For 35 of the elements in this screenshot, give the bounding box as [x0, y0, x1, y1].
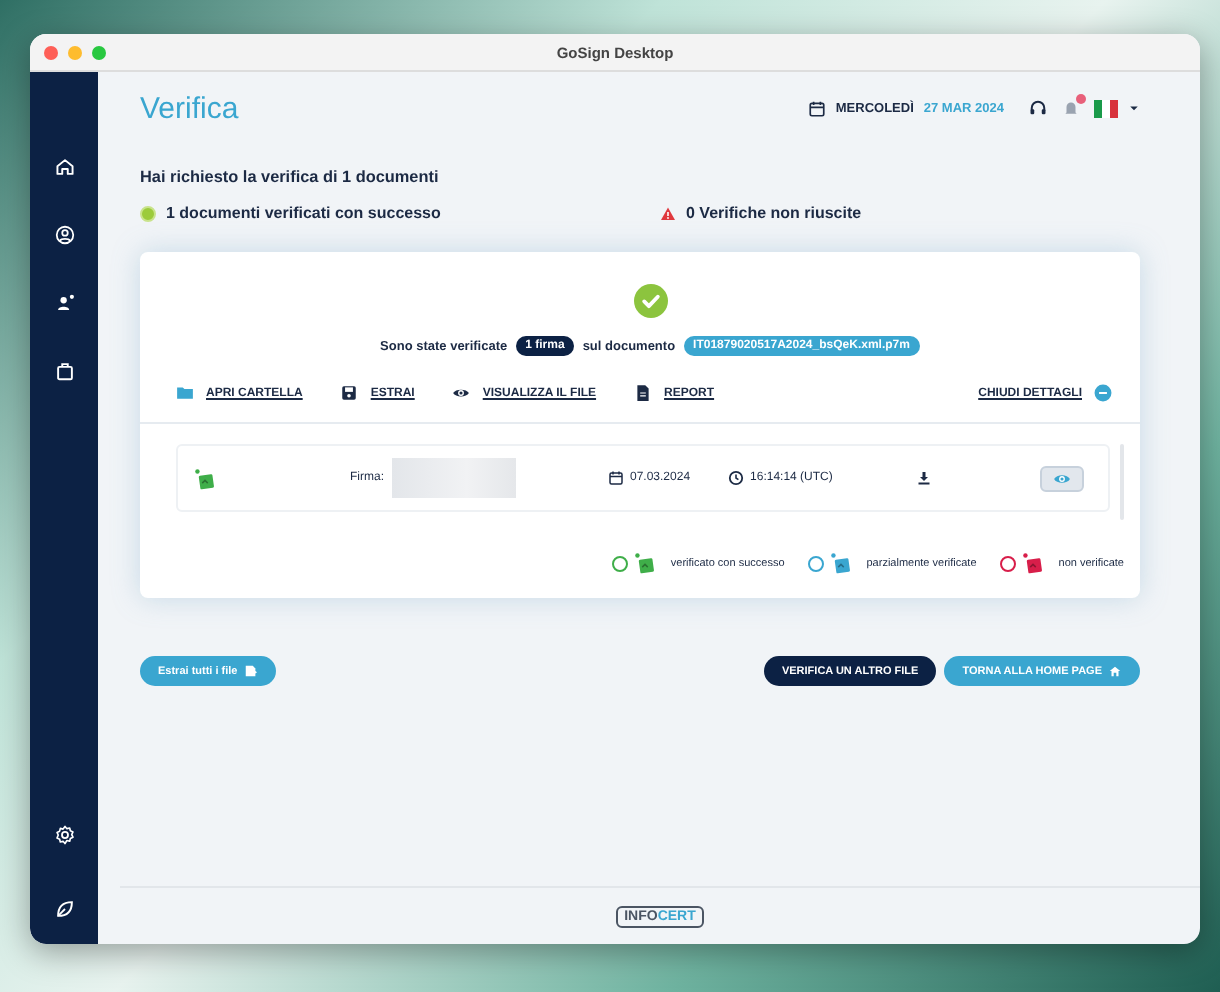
- redacted-name-block: [392, 458, 516, 498]
- result-text: 1 documenti verificati con successo: [166, 204, 441, 222]
- user-badge-icon[interactable]: [53, 292, 75, 314]
- eye-icon: [1050, 469, 1074, 487]
- italian-flag-icon[interactable]: [1094, 99, 1118, 117]
- warning-icon: [660, 205, 676, 221]
- leaf-icon[interactable]: [53, 898, 75, 920]
- result-text: 0 Verifiche non riuscite: [686, 204, 862, 222]
- document-icon: [634, 384, 653, 402]
- calendar-icon: [608, 470, 624, 486]
- request-text: Hai richiesto la verifica di 1 documenti: [140, 168, 441, 186]
- close-button[interactable]: [44, 45, 58, 59]
- home-icon[interactable]: [53, 156, 75, 178]
- success-dot-icon: [140, 205, 156, 221]
- signature-status-icon: [194, 467, 216, 489]
- calendar-icon: [807, 99, 826, 117]
- home-icon: [1108, 664, 1122, 678]
- briefcase-icon[interactable]: [53, 360, 75, 382]
- signature-status-icon: [634, 552, 657, 574]
- file-arrow-icon: [243, 664, 258, 678]
- caret-icon[interactable]: [1128, 102, 1140, 114]
- clock-icon: [728, 470, 745, 486]
- view-signature-button[interactable]: [1040, 465, 1084, 491]
- minus-circle-icon[interactable]: [1094, 384, 1112, 402]
- folder-icon: [176, 384, 194, 402]
- eye-icon: [452, 384, 471, 402]
- page-title: Verifica: [140, 91, 241, 125]
- signature-status-icon: [830, 552, 853, 574]
- save-icon: [340, 384, 359, 402]
- user-icon[interactable]: [53, 224, 75, 246]
- settings-icon[interactable]: [53, 824, 75, 846]
- signature-status-icon: [1022, 552, 1045, 574]
- headset-icon[interactable]: [1028, 98, 1048, 118]
- check-circle-icon: [633, 284, 667, 318]
- download-icon[interactable]: [916, 470, 933, 486]
